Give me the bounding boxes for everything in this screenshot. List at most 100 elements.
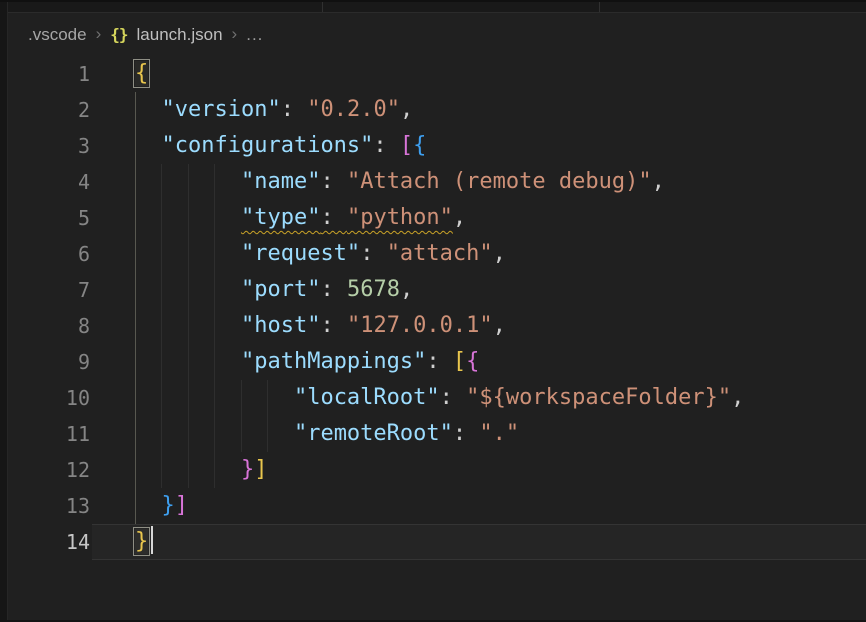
line-number[interactable]: 14 [8,524,92,560]
code-token: "version" [162,97,281,122]
code-token: "configurations" [162,133,374,158]
code-line-content[interactable]: "port": 5678, [92,272,866,308]
code-line-content[interactable]: }] [92,488,866,524]
line-number[interactable]: 4 [8,164,92,200]
code-line-content[interactable]: "name": "Attach (remote debug)", [92,164,866,200]
breadcrumb-file[interactable]: launch.json [137,25,223,45]
code-line-content[interactable]: "version": "0.2.0", [92,92,866,128]
code-token: "request" [241,241,360,266]
code-line[interactable]: 11 "remoteRoot": "." [8,416,866,452]
code-token: "${workspaceFolder}" [466,385,731,410]
code-token: 5678 [347,277,400,302]
code-line[interactable]: 8 "host": "127.0.0.1", [8,308,866,344]
code-line-content[interactable]: "request": "attach", [92,236,866,272]
line-number[interactable]: 11 [8,416,92,452]
code-token: "type" [241,205,320,230]
code-token: } [241,457,254,482]
line-number[interactable]: 12 [8,452,92,488]
code-line[interactable]: 1{ [8,56,866,92]
code-token: : [281,97,308,122]
line-number[interactable]: 1 [8,56,92,92]
code-line-content[interactable]: }] [92,452,866,488]
code-token: "." [479,421,519,446]
line-number[interactable]: 13 [8,488,92,524]
code-line-content[interactable]: "remoteRoot": "." [92,416,866,452]
code-token: "0.2.0" [307,97,400,122]
code-line[interactable]: 7 "port": 5678, [8,272,866,308]
code-token [135,493,162,518]
vscode-window: .vscode › {} launch.json › ... 1{2 "vers… [0,0,866,622]
code-token: "name" [241,169,320,194]
breadcrumb: .vscode › {} launch.json › ... [8,13,866,56]
code-token: , [652,169,665,194]
code-line-content[interactable]: "host": "127.0.0.1", [92,308,866,344]
code-token [135,205,241,230]
chevron-right-icon: › [96,24,102,44]
code-token [135,277,241,302]
code-line[interactable]: 9 "pathMappings": [{ [8,344,866,380]
code-token: : [320,205,347,230]
code-line-content[interactable]: } [92,524,866,560]
code-token: , [400,277,413,302]
code-line-content[interactable]: "localRoot": "${workspaceFolder}", [92,380,866,416]
code-editor[interactable]: 1{2 "version": "0.2.0",3 "configurations… [8,56,866,620]
code-token [135,313,241,338]
line-number[interactable]: 7 [8,272,92,308]
code-token: "127.0.0.1" [347,313,493,338]
bracket-match: { [135,61,148,86]
code-token [135,169,241,194]
code-token: ] [175,493,188,518]
code-token: "python" [347,205,453,230]
line-number[interactable]: 6 [8,236,92,272]
code-line[interactable]: 6 "request": "attach", [8,236,866,272]
breadcrumb-symbol-ellipsis[interactable]: ... [246,25,263,45]
code-token: : [426,349,453,374]
code-token: , [731,385,744,410]
code-line-content[interactable]: "configurations": [{ [92,128,866,164]
text-cursor [151,526,153,554]
code-token [135,97,162,122]
code-token: : [373,133,400,158]
code-token: [ [400,133,413,158]
code-token: ] [254,457,267,482]
bracket-match: } [135,529,148,554]
code-token [135,457,241,482]
code-line-content[interactable]: "pathMappings": [{ [92,344,866,380]
code-token: "port" [241,277,320,302]
line-number[interactable]: 10 [8,380,92,416]
code-token: { [413,133,426,158]
line-number[interactable]: 2 [8,92,92,128]
code-token: "remoteRoot" [294,421,453,446]
tab-divider [599,2,600,12]
code-token: , [493,241,506,266]
code-token: "Attach (remote debug)" [347,169,652,194]
line-number[interactable]: 5 [8,200,92,236]
code-line[interactable]: 4 "name": "Attach (remote debug)", [8,164,866,200]
code-line[interactable]: 5 "type": "python", [8,200,866,236]
code-token: , [493,313,506,338]
code-line[interactable]: 10 "localRoot": "${workspaceFolder}", [8,380,866,416]
breadcrumb-folder[interactable]: .vscode [28,25,87,45]
code-token: "pathMappings" [241,349,426,374]
code-line[interactable]: 2 "version": "0.2.0", [8,92,866,128]
code-line-content[interactable]: "type": "python", [92,200,866,236]
json-braces-icon: {} [110,25,127,44]
code-token [135,385,294,410]
code-token: { [466,349,479,374]
chevron-right-icon: › [232,24,238,44]
code-line[interactable]: 3 "configurations": [{ [8,128,866,164]
code-token [135,241,241,266]
code-token [135,421,294,446]
window-top-border [0,0,866,2]
code-line[interactable]: 14} [8,524,866,560]
line-number[interactable]: 3 [8,128,92,164]
code-line-content[interactable]: { [92,56,866,92]
code-line[interactable]: 12 }] [8,452,866,488]
code-token: : [320,169,347,194]
code-line[interactable]: 13 }] [8,488,866,524]
line-number[interactable]: 8 [8,308,92,344]
code-token: : [440,385,467,410]
line-number[interactable]: 9 [8,344,92,380]
code-token: "host" [241,313,320,338]
tab-divider [322,2,323,12]
